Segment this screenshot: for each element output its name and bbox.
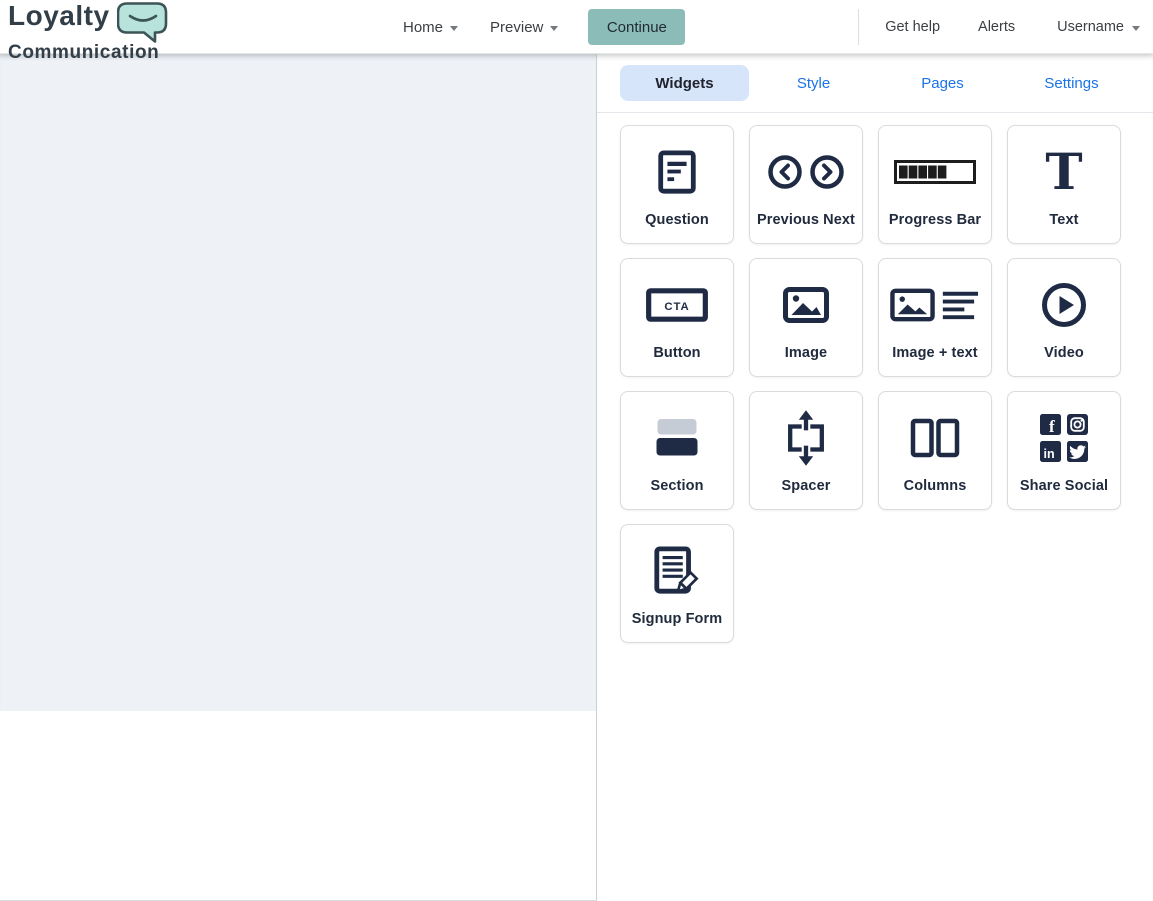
top-navbar: Loyalty Communication Home Preview Conti… bbox=[0, 0, 1153, 54]
username-label: Username bbox=[1057, 19, 1124, 35]
left-column bbox=[0, 54, 597, 901]
nav-menu-preview[interactable]: Preview bbox=[490, 19, 558, 36]
image-text-icon bbox=[890, 265, 980, 345]
widget-card-section[interactable]: Section bbox=[620, 391, 734, 510]
widget-card-columns[interactable]: Columns bbox=[878, 391, 992, 510]
image-icon bbox=[783, 265, 829, 345]
panel-tabs: Widgets Style Pages Settings bbox=[620, 65, 1136, 101]
tab-settings[interactable]: Settings bbox=[1007, 65, 1136, 101]
widget-label: Video bbox=[1044, 345, 1084, 361]
cta-button-icon: CTA bbox=[645, 265, 709, 345]
nav-menu-home-label: Home bbox=[403, 19, 443, 36]
widget-card-question[interactable]: Question bbox=[620, 125, 734, 244]
widget-card-image-text[interactable]: Image + text bbox=[878, 258, 992, 377]
widget-card-progress-bar[interactable]: Progress Bar bbox=[878, 125, 992, 244]
question-icon bbox=[654, 132, 700, 212]
widget-card-video[interactable]: Video bbox=[1007, 258, 1121, 377]
widget-card-previous-next[interactable]: Previous Next bbox=[749, 125, 863, 244]
section-icon bbox=[652, 398, 702, 478]
widget-card-signup-form[interactable]: Signup Form bbox=[620, 524, 734, 643]
tab-widgets[interactable]: Widgets bbox=[620, 65, 749, 101]
continue-button[interactable]: Continue bbox=[588, 9, 685, 45]
progress-bar-icon bbox=[894, 132, 976, 212]
logo-text-line2: Communication bbox=[8, 43, 169, 63]
chevron-down-icon bbox=[450, 26, 458, 31]
widgets-panel: Widgets Style Pages Settings Question bbox=[597, 54, 1153, 901]
tabs-divider bbox=[597, 112, 1153, 113]
widget-label: Image + text bbox=[892, 345, 977, 361]
widget-card-spacer[interactable]: Spacer bbox=[749, 391, 863, 510]
widget-label: Share Social bbox=[1020, 478, 1108, 494]
video-play-icon bbox=[1041, 265, 1087, 345]
widget-card-image[interactable]: Image bbox=[749, 258, 863, 377]
chevron-down-icon bbox=[1132, 26, 1140, 31]
widget-label: Previous Next bbox=[757, 212, 855, 228]
widget-grid: Question Previous Next bbox=[620, 125, 1136, 643]
widget-label: Section bbox=[650, 478, 703, 494]
widget-label: Image bbox=[785, 345, 827, 361]
text-icon: T bbox=[1045, 132, 1082, 212]
get-help-link[interactable]: Get help bbox=[885, 19, 940, 35]
widget-card-share-social[interactable]: f in Share Social bbox=[1007, 391, 1121, 510]
page-canvas-dropzone[interactable] bbox=[0, 54, 596, 711]
svg-text:f: f bbox=[1049, 417, 1055, 436]
widget-label: Signup Form bbox=[632, 611, 723, 627]
speech-bubble-icon bbox=[117, 1, 169, 48]
widget-label: Columns bbox=[904, 478, 967, 494]
instagram-icon bbox=[1067, 414, 1088, 435]
widget-label: Spacer bbox=[782, 478, 831, 494]
svg-text:in: in bbox=[1044, 447, 1055, 461]
widget-label: Button bbox=[653, 345, 700, 361]
widget-label: Progress Bar bbox=[889, 212, 981, 228]
alerts-link[interactable]: Alerts bbox=[978, 19, 1015, 35]
spacer-icon bbox=[783, 398, 829, 478]
main-area: Widgets Style Pages Settings Question bbox=[0, 54, 1153, 901]
logo-text-line1: Loyalty bbox=[8, 1, 110, 31]
cta-icon-text: CTA bbox=[664, 301, 689, 313]
widget-card-button[interactable]: CTA Button bbox=[620, 258, 734, 377]
chevron-down-icon bbox=[550, 26, 558, 31]
tab-pages[interactable]: Pages bbox=[878, 65, 1007, 101]
nav-menu-preview-label: Preview bbox=[490, 19, 543, 36]
main-nav: Home Preview Continue bbox=[403, 0, 685, 54]
signup-form-icon bbox=[650, 531, 704, 611]
widget-label: Question bbox=[645, 212, 709, 228]
nav-menu-home[interactable]: Home bbox=[403, 19, 458, 36]
tab-style[interactable]: Style bbox=[749, 65, 878, 101]
nav-right: Get help Alerts Username bbox=[858, 0, 1140, 54]
logo[interactable]: Loyalty Communication bbox=[8, 1, 169, 63]
widget-card-text[interactable]: T Text bbox=[1007, 125, 1121, 244]
text-icon-glyph: T bbox=[1045, 147, 1082, 197]
previous-next-icon bbox=[767, 132, 845, 212]
nav-divider bbox=[858, 9, 859, 45]
columns-icon bbox=[910, 398, 960, 478]
widget-label: Text bbox=[1049, 212, 1078, 228]
username-menu[interactable]: Username bbox=[1057, 19, 1140, 35]
share-social-icon: f in bbox=[1039, 398, 1089, 478]
